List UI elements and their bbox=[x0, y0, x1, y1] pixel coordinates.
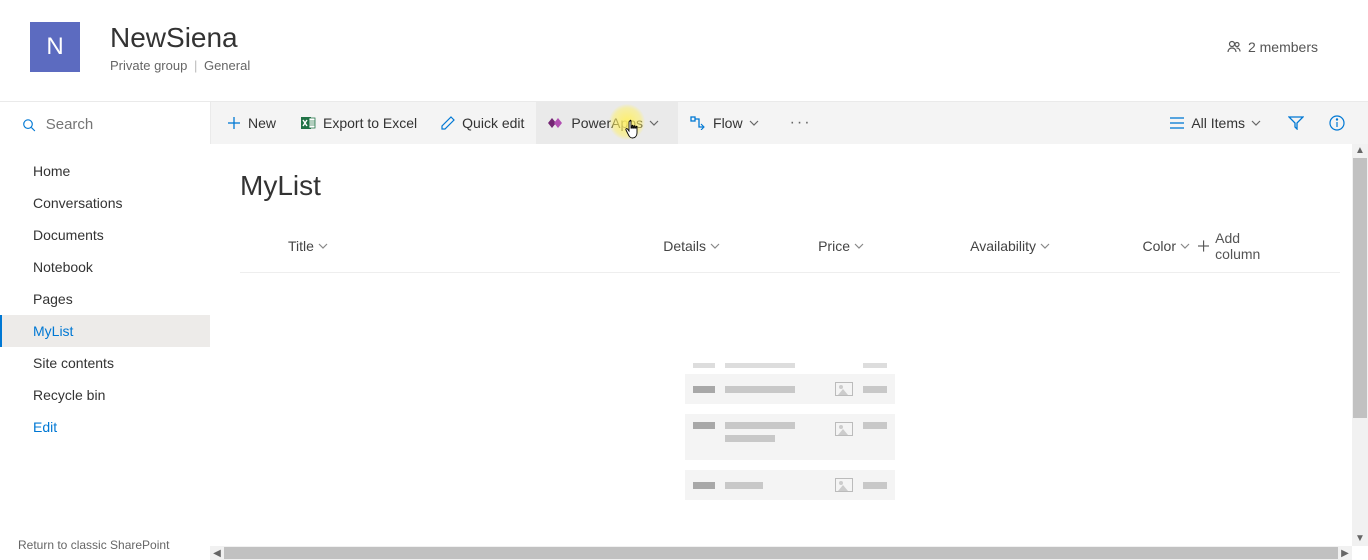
list-view-icon bbox=[1170, 117, 1184, 129]
chevron-down-icon bbox=[710, 241, 720, 251]
scroll-left-arrow[interactable]: ◀ bbox=[210, 548, 224, 559]
column-header-availability[interactable]: Availability bbox=[888, 230, 1068, 262]
site-logo[interactable]: N bbox=[30, 22, 80, 72]
image-placeholder-icon bbox=[835, 382, 853, 396]
site-title[interactable]: NewSiena bbox=[110, 21, 1226, 55]
cmd-powerapps-label: PowerApps bbox=[571, 115, 643, 131]
placeholder-row bbox=[685, 470, 895, 500]
search-box[interactable] bbox=[0, 102, 210, 149]
pencil-icon bbox=[441, 116, 455, 130]
nav-item-home[interactable]: Home bbox=[0, 155, 210, 187]
nav-item-pages[interactable]: Pages bbox=[0, 283, 210, 315]
site-subtitle: Private group | General bbox=[110, 58, 1226, 73]
cmd-flow-label: Flow bbox=[713, 115, 743, 131]
column-header-color[interactable]: Color bbox=[1068, 230, 1198, 262]
members-icon bbox=[1226, 39, 1242, 55]
powerapps-icon bbox=[548, 116, 564, 130]
scroll-right-arrow[interactable]: ▶ bbox=[1338, 548, 1352, 559]
chevron-down-icon bbox=[749, 118, 759, 128]
vertical-scroll-thumb[interactable] bbox=[1353, 158, 1367, 418]
view-selector[interactable]: All Items bbox=[1158, 102, 1280, 144]
cmd-quick-edit-label: Quick edit bbox=[462, 115, 524, 131]
column-header-availability-label: Availability bbox=[970, 238, 1036, 254]
cmd-export-excel[interactable]: Export to Excel bbox=[288, 102, 429, 144]
horizontal-scrollbar[interactable]: ◀ ▶ bbox=[210, 546, 1352, 560]
nav-item-documents[interactable]: Documents bbox=[0, 219, 210, 251]
cmd-more[interactable]: ··· bbox=[778, 114, 824, 132]
cmd-quick-edit[interactable]: Quick edit bbox=[429, 102, 536, 144]
cmd-new[interactable]: New bbox=[215, 102, 288, 144]
view-selector-label: All Items bbox=[1191, 115, 1245, 131]
site-logo-letter: N bbox=[46, 33, 63, 61]
add-column-button[interactable]: Add column bbox=[1198, 230, 1340, 262]
nav-item-recycle-bin[interactable]: Recycle bin bbox=[0, 379, 210, 411]
add-column-label: Add column bbox=[1215, 230, 1284, 262]
command-bar: New Export to Excel Quick edit bbox=[210, 102, 1368, 144]
image-placeholder-icon bbox=[835, 422, 853, 436]
table-header: Title Details Price Availability Color bbox=[240, 230, 1340, 273]
column-header-title-label: Title bbox=[288, 238, 314, 254]
nav-item-notebook[interactable]: Notebook bbox=[0, 251, 210, 283]
plus-icon bbox=[1198, 240, 1209, 252]
search-icon bbox=[22, 117, 36, 133]
scroll-up-arrow[interactable]: ▲ bbox=[1355, 144, 1365, 158]
chevron-down-icon bbox=[318, 241, 328, 251]
chevron-down-icon bbox=[1040, 241, 1050, 251]
chevron-down-icon bbox=[1180, 241, 1190, 251]
classic-sharepoint-link[interactable]: Return to classic SharePoint bbox=[0, 530, 210, 560]
nav-item-edit[interactable]: Edit bbox=[0, 411, 210, 443]
chevron-down-icon bbox=[1251, 118, 1261, 128]
plus-icon bbox=[227, 116, 241, 130]
left-navigation: Home Conversations Documents Notebook Pa… bbox=[0, 101, 210, 560]
info-icon bbox=[1329, 115, 1345, 131]
image-placeholder-icon bbox=[835, 478, 853, 492]
info-button[interactable] bbox=[1319, 102, 1362, 144]
subtitle-divider: | bbox=[194, 58, 197, 73]
placeholder-legend bbox=[685, 363, 895, 368]
flow-icon bbox=[690, 116, 706, 130]
content-area: New Export to Excel Quick edit bbox=[210, 101, 1368, 560]
cmd-flow[interactable]: Flow bbox=[678, 102, 778, 144]
horizontal-scroll-thumb[interactable] bbox=[224, 547, 1338, 559]
column-header-price-label: Price bbox=[818, 238, 850, 254]
placeholder-row bbox=[685, 414, 895, 460]
site-title-wrap: NewSiena Private group | General bbox=[110, 21, 1226, 73]
vertical-scrollbar[interactable]: ▲ ▼ bbox=[1352, 144, 1368, 546]
cmd-export-label: Export to Excel bbox=[323, 115, 417, 131]
site-visibility: Private group bbox=[110, 58, 187, 73]
chevron-down-icon bbox=[854, 241, 864, 251]
empty-list-placeholder bbox=[240, 363, 1340, 500]
column-header-details-label: Details bbox=[663, 238, 706, 254]
filter-icon bbox=[1288, 116, 1304, 130]
column-header-price[interactable]: Price bbox=[748, 230, 888, 262]
cmd-powerapps[interactable]: PowerApps bbox=[536, 102, 678, 144]
nav-item-site-contents[interactable]: Site contents bbox=[0, 347, 210, 379]
chevron-down-icon bbox=[649, 118, 659, 128]
column-header-title[interactable]: Title bbox=[288, 230, 588, 262]
column-header-color-label: Color bbox=[1143, 238, 1176, 254]
nav-item-conversations[interactable]: Conversations bbox=[0, 187, 210, 219]
members-label: 2 members bbox=[1248, 39, 1318, 55]
cmd-new-label: New bbox=[248, 115, 276, 131]
list-heading: MyList bbox=[240, 170, 1340, 202]
scroll-down-arrow[interactable]: ▼ bbox=[1355, 532, 1365, 546]
excel-icon bbox=[300, 115, 316, 131]
column-header-details[interactable]: Details bbox=[588, 230, 748, 262]
search-input[interactable] bbox=[46, 116, 190, 133]
filter-button[interactable] bbox=[1280, 102, 1319, 144]
site-header: N NewSiena Private group | General 2 mem… bbox=[0, 0, 1368, 101]
members-link[interactable]: 2 members bbox=[1226, 39, 1318, 55]
placeholder-row bbox=[685, 374, 895, 404]
list-body: MyList Title Details Price Availability bbox=[210, 144, 1368, 560]
nav-item-mylist[interactable]: MyList bbox=[0, 315, 210, 347]
nav-list: Home Conversations Documents Notebook Pa… bbox=[0, 149, 210, 530]
site-classification: General bbox=[204, 58, 250, 73]
